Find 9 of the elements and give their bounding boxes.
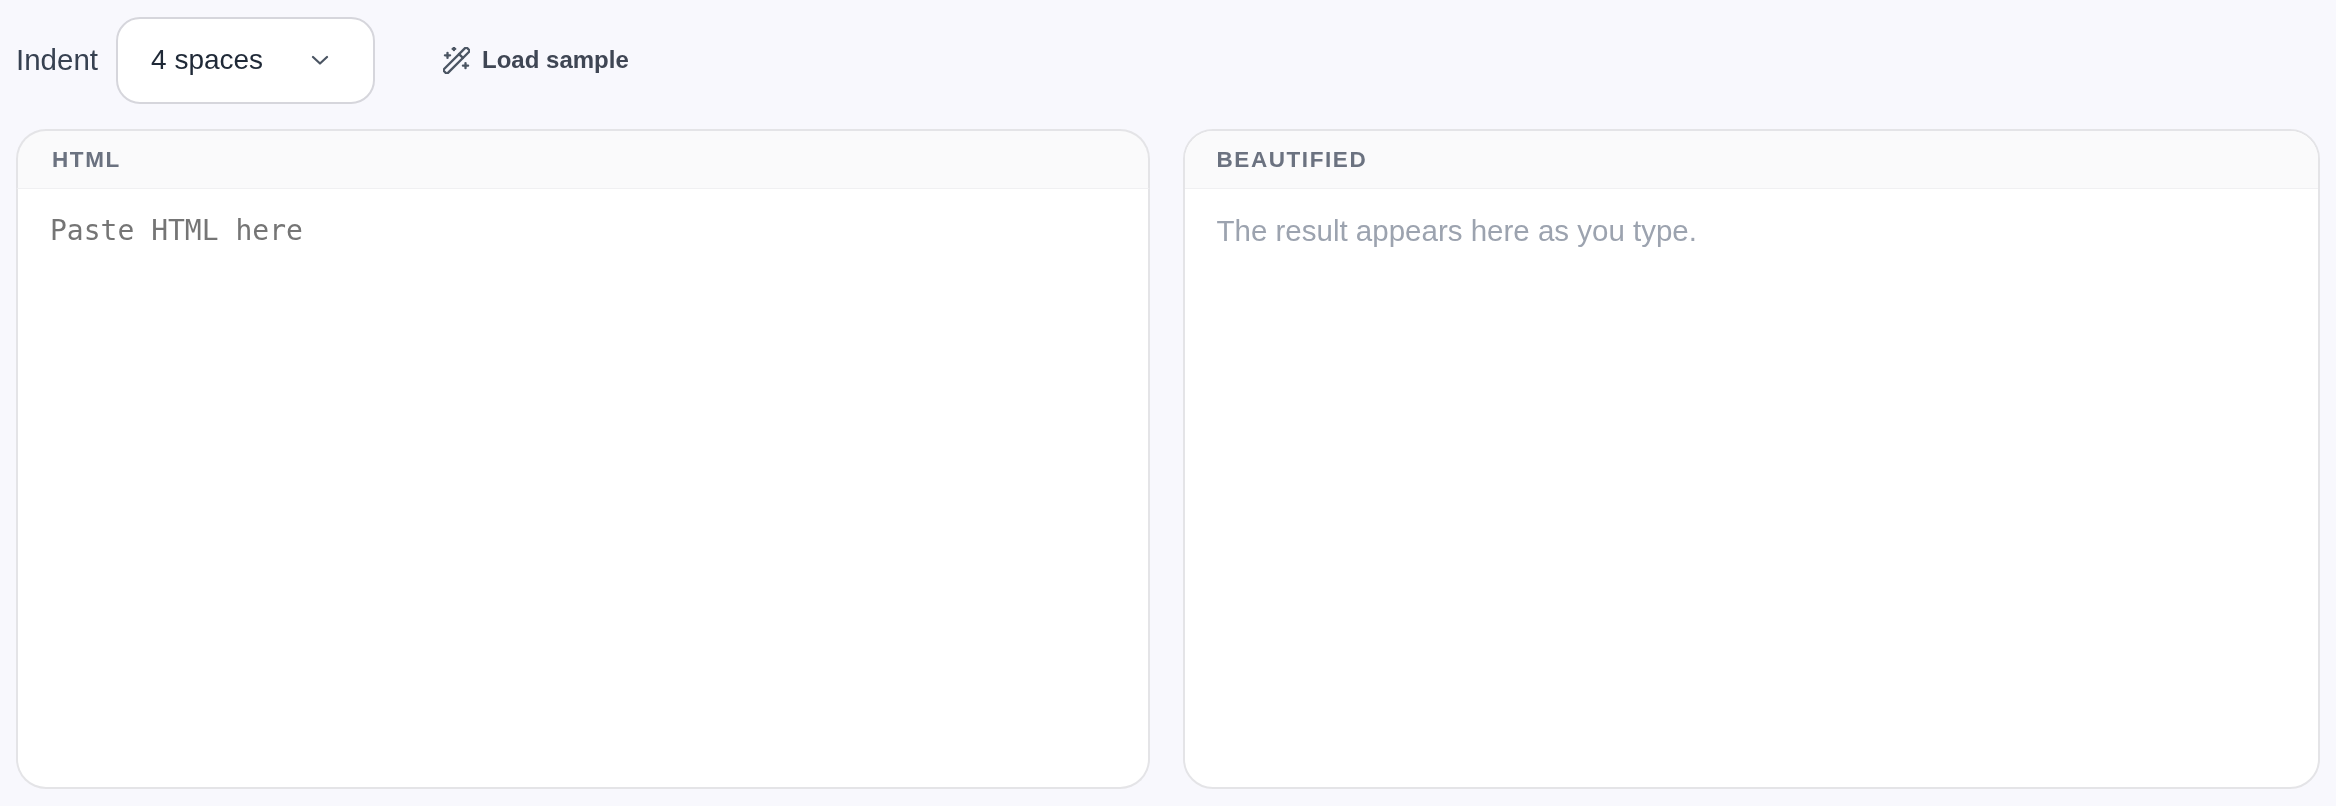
chevron-down-icon [311, 55, 330, 65]
magic-wand-icon [443, 46, 471, 74]
indent-select[interactable]: 4 spaces [116, 16, 376, 104]
panel-title: HTML [52, 145, 121, 174]
result-hint-text: The result appears here as you type. [1216, 213, 1697, 249]
html-input-field[interactable]: Paste HTML here [16, 189, 1150, 789]
panel-title: BEAUTIFIED [1216, 145, 1368, 174]
load-sample-button[interactable]: Load sample [429, 32, 643, 88]
indent-label: Indent [16, 41, 99, 78]
